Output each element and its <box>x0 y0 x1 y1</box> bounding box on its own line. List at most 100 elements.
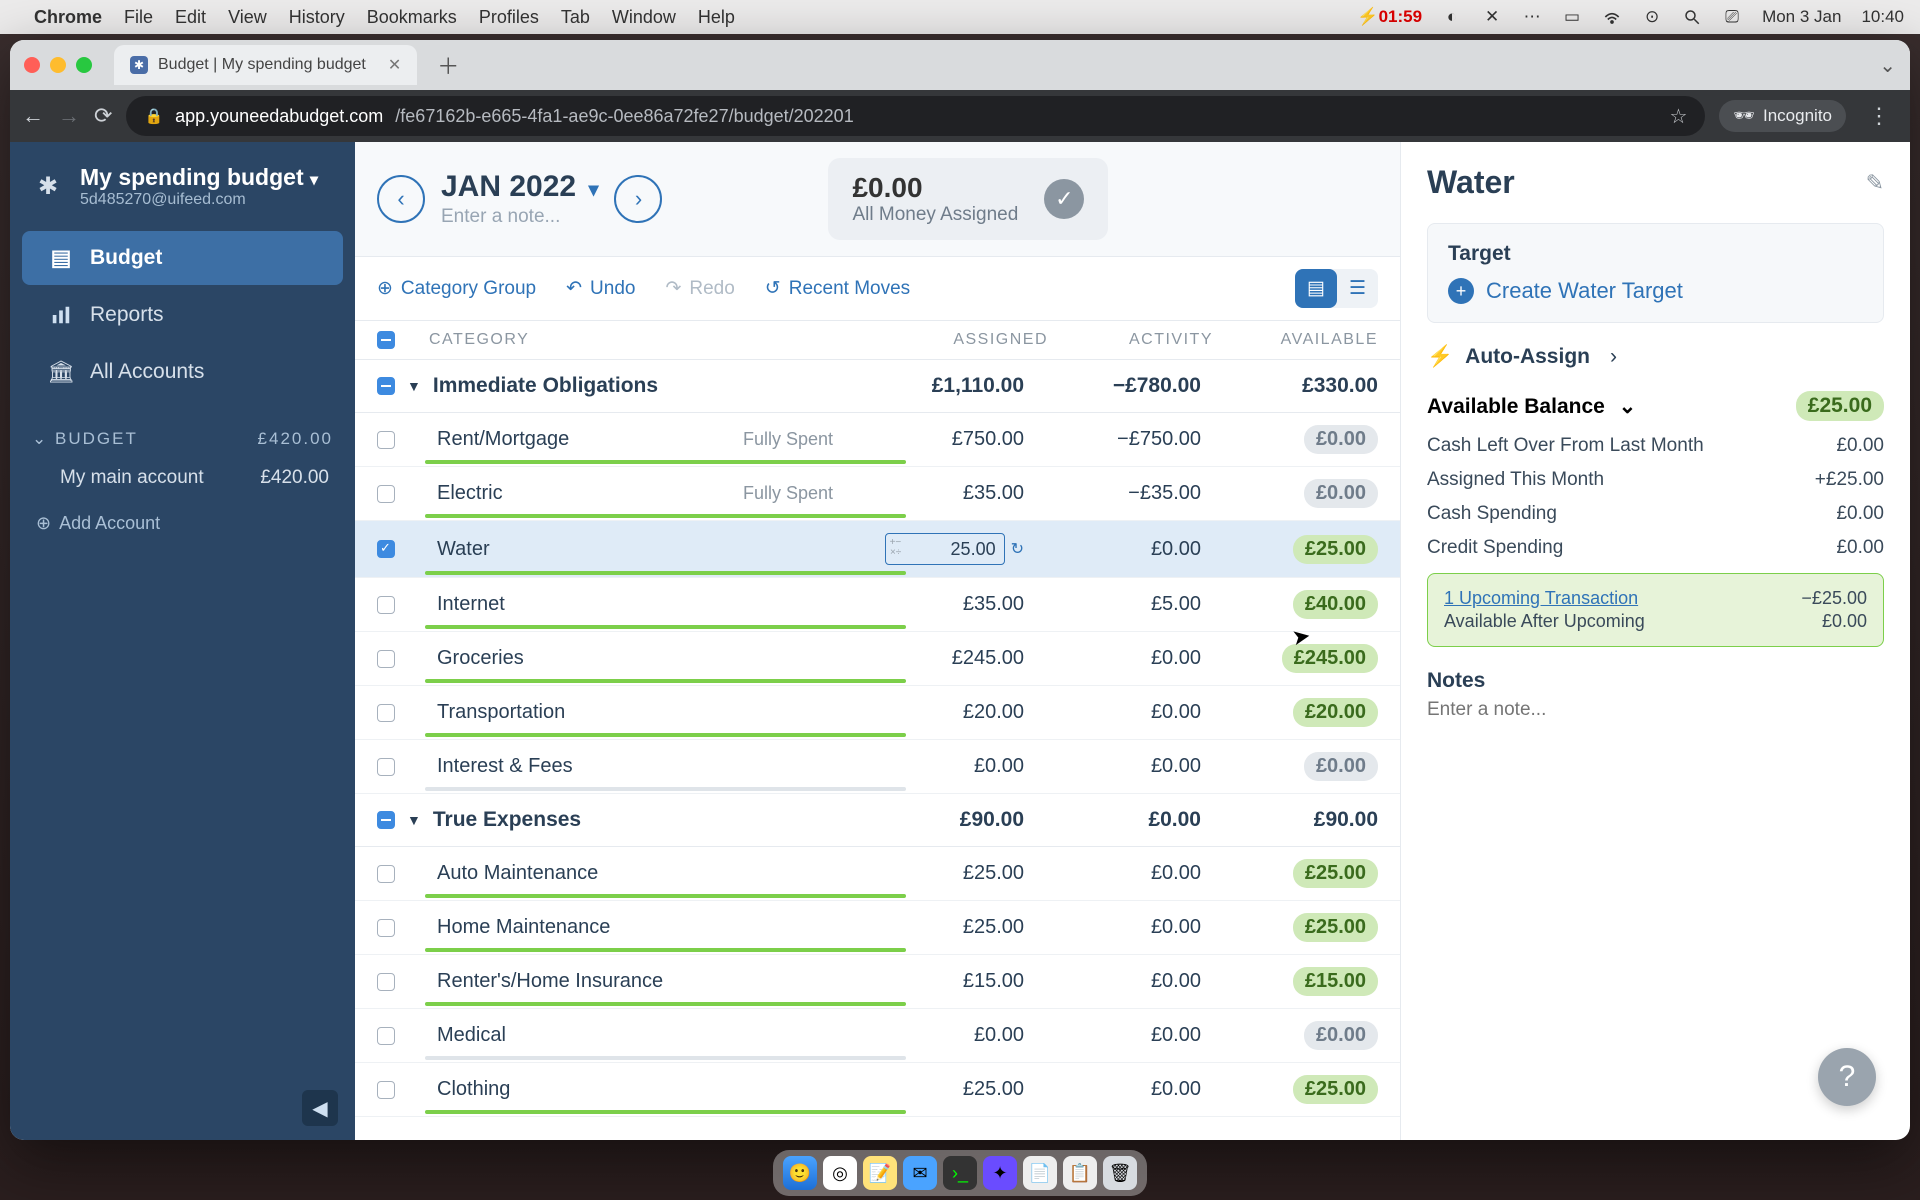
sidebar-account[interactable]: My main account £420.00 <box>32 457 333 499</box>
new-tab-button[interactable]: ＋ <box>437 49 459 81</box>
sidebar-item-reports[interactable]: Reports <box>22 289 343 341</box>
collapse-icon[interactable]: ▼ <box>407 812 421 828</box>
row-assigned[interactable]: £245.00 <box>859 647 1024 670</box>
menubar-date[interactable]: Mon 3 Jan <box>1762 7 1841 27</box>
wifi-icon[interactable] <box>1602 7 1622 27</box>
menu-help[interactable]: Help <box>698 7 735 28</box>
browser-tab[interactable]: ✱ Budget | My spending budget ✕ <box>114 45 417 85</box>
menu-view[interactable]: View <box>228 7 267 28</box>
edit-icon[interactable]: ✎ <box>1866 170 1884 196</box>
status-icon-3[interactable]: ⋯ <box>1522 7 1542 27</box>
control-center-icon[interactable]: ⊙ <box>1642 7 1662 27</box>
category-row[interactable]: Electric Fully Spent £35.00 −£35.00 £0.0… <box>355 467 1400 521</box>
group-checkbox[interactable] <box>377 811 395 829</box>
month-picker[interactable]: JAN 2022 ▾ Enter a note... <box>441 170 598 228</box>
category-row[interactable]: Transportation £20.00 £0.00 £20.00 <box>355 686 1400 740</box>
category-row[interactable]: Water +−×÷25.00 ↻ £0.00 £25.00 <box>355 521 1400 578</box>
dock-terminal[interactable]: ›_ <box>943 1156 977 1190</box>
row-assigned[interactable]: £35.00 <box>859 482 1024 505</box>
category-row[interactable]: Rent/Mortgage Fully Spent £750.00 −£750.… <box>355 413 1400 467</box>
row-assigned[interactable]: £0.00 <box>859 1024 1024 1047</box>
menu-window[interactable]: Window <box>612 7 676 28</box>
tab-close-icon[interactable]: ✕ <box>388 55 401 75</box>
add-category-group-button[interactable]: ⊕Category Group <box>377 277 536 300</box>
sidebar-item-budget[interactable]: ▤ Budget <box>22 231 343 285</box>
status-icon-2[interactable]: ✕ <box>1482 7 1502 27</box>
collapse-icon[interactable]: ▼ <box>407 378 421 394</box>
incognito-badge[interactable]: 🕶 Incognito <box>1719 100 1846 132</box>
create-target-button[interactable]: + Create Water Target <box>1448 278 1863 304</box>
dock-finder[interactable]: 🙂 <box>783 1156 817 1190</box>
row-checkbox[interactable] <box>377 1027 395 1045</box>
help-button[interactable]: ? <box>1818 1048 1876 1106</box>
reload-button[interactable]: ⟳ <box>94 103 112 129</box>
zoom-window[interactable] <box>76 57 92 73</box>
menu-history[interactable]: History <box>289 7 345 28</box>
collapse-sidebar-button[interactable]: ◀ <box>302 1090 338 1126</box>
row-assigned[interactable]: £25.00 <box>859 916 1024 939</box>
next-month-button[interactable]: › <box>614 175 662 223</box>
row-checkbox[interactable] <box>377 973 395 991</box>
sidebar-item-accounts[interactable]: 🏛 All Accounts <box>22 345 343 399</box>
undo-button[interactable]: ↶Undo <box>566 277 635 300</box>
add-account-button[interactable]: ⊕ Add Account <box>32 499 333 548</box>
upcoming-link[interactable]: 1 Upcoming Transaction <box>1444 588 1638 609</box>
dock-trash[interactable]: 🗑 <box>1103 1156 1137 1190</box>
category-row[interactable]: Internet £35.00 £5.00 £40.00 <box>355 578 1400 632</box>
browser-menu-icon[interactable]: ⋮ <box>1860 103 1898 129</box>
category-row[interactable]: Interest & Fees £0.00 £0.00 £0.00 <box>355 740 1400 794</box>
row-checkbox[interactable] <box>377 758 395 776</box>
menu-edit[interactable]: Edit <box>175 7 206 28</box>
row-checkbox[interactable] <box>377 1081 395 1099</box>
prev-month-button[interactable]: ‹ <box>377 175 425 223</box>
row-checkbox[interactable] <box>377 704 395 722</box>
category-row[interactable]: Groceries £245.00 £0.00 £245.00 <box>355 632 1400 686</box>
row-assigned[interactable]: £15.00 <box>859 970 1024 993</box>
address-bar[interactable]: 🔒 app.youneedabudget.com/fe67162b-e665-4… <box>126 96 1705 136</box>
category-group[interactable]: ▼ Immediate Obligations £1,110.00 −£780.… <box>355 360 1400 413</box>
row-assigned[interactable]: £0.00 <box>859 755 1024 778</box>
row-checkbox[interactable] <box>377 919 395 937</box>
forward-button[interactable]: → <box>58 103 80 129</box>
status-icon-1[interactable]: ◐ <box>1442 7 1462 27</box>
assigned-input[interactable]: +−×÷25.00 <box>885 533 1005 565</box>
row-checkbox[interactable] <box>377 865 395 883</box>
auto-assign-button[interactable]: ⚡ Auto-Assign › <box>1427 345 1884 369</box>
category-group[interactable]: ▼ True Expenses £90.00 £0.00 £90.00 <box>355 794 1400 847</box>
minimize-window[interactable] <box>50 57 66 73</box>
dock-app-1[interactable]: ✦ <box>983 1156 1017 1190</box>
bookmark-icon[interactable]: ☆ <box>1669 104 1687 129</box>
tabs-dropdown-icon[interactable]: ⌄ <box>1879 53 1896 78</box>
sidebar-section-header[interactable]: ⌄ BUDGET £420.00 <box>32 421 333 457</box>
balance-header[interactable]: Available Balance ⌄ £25.00 <box>1427 391 1884 421</box>
menu-file[interactable]: File <box>124 7 153 28</box>
history-icon[interactable]: ↻ <box>1011 539 1024 559</box>
view-list-icon[interactable]: ☰ <box>1337 269 1378 308</box>
category-row[interactable]: Renter's/Home Insurance £15.00 £0.00 £15… <box>355 955 1400 1009</box>
dock-notes[interactable]: 📝 <box>863 1156 897 1190</box>
row-checkbox[interactable] <box>377 485 395 503</box>
dock-mail[interactable]: ✉ <box>903 1156 937 1190</box>
view-card-icon[interactable]: ▤ <box>1295 269 1337 308</box>
row-assigned[interactable]: £750.00 <box>859 428 1024 451</box>
to-be-assigned[interactable]: £0.00 All Money Assigned ✓ <box>828 158 1108 240</box>
row-assigned[interactable]: £35.00 <box>859 593 1024 616</box>
row-assigned[interactable]: £25.00 <box>859 1078 1024 1101</box>
category-row[interactable]: Medical £0.00 £0.00 £0.00 <box>355 1009 1400 1063</box>
back-button[interactable]: ← <box>22 103 44 129</box>
month-note[interactable]: Enter a note... <box>441 206 598 228</box>
battery-level-icon[interactable]: ▭ <box>1562 7 1582 27</box>
row-assigned[interactable]: £20.00 <box>859 701 1024 724</box>
close-window[interactable] <box>24 57 40 73</box>
category-row[interactable]: Auto Maintenance £25.00 £0.00 £25.00 <box>355 847 1400 901</box>
group-checkbox[interactable] <box>377 377 395 395</box>
category-row[interactable]: Clothing £25.00 £0.00 £25.00 <box>355 1063 1400 1117</box>
menu-profiles[interactable]: Profiles <box>479 7 539 28</box>
row-checkbox[interactable] <box>377 650 395 668</box>
menubar-app[interactable]: Chrome <box>34 7 102 28</box>
menu-tab[interactable]: Tab <box>561 7 590 28</box>
menubar-time[interactable]: 10:40 <box>1861 7 1904 27</box>
menu-bookmarks[interactable]: Bookmarks <box>367 7 457 28</box>
battery-icon[interactable]: ⚡01:59 <box>1357 7 1422 27</box>
select-all-checkbox[interactable] <box>377 331 395 349</box>
